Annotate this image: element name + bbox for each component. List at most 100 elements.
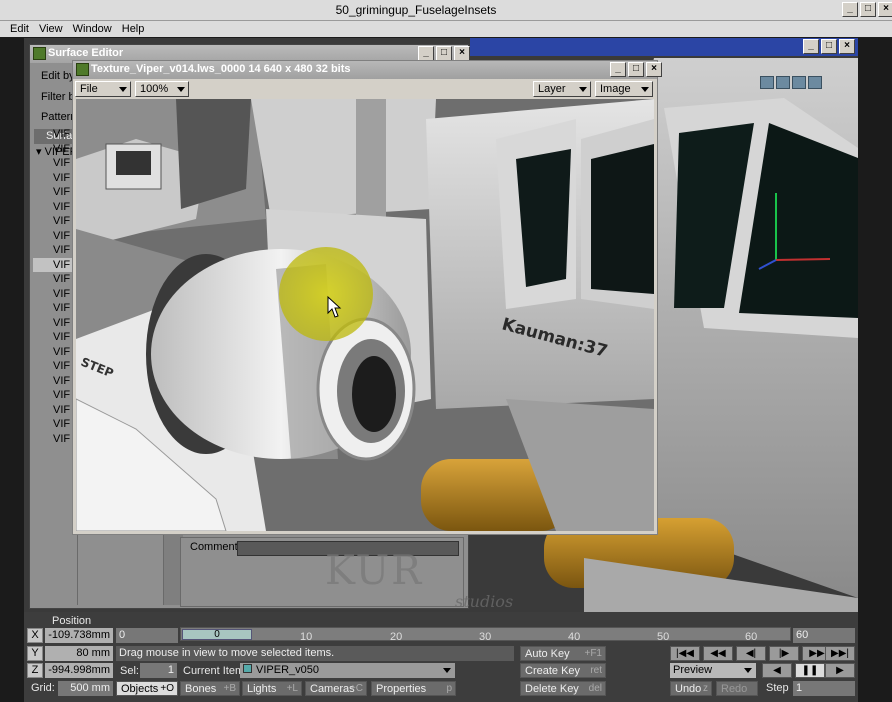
- x-axis-toggle[interactable]: X: [27, 628, 43, 643]
- x-position-field[interactable]: -109.738mm: [45, 628, 113, 643]
- timeline-end-field[interactable]: 60: [793, 628, 855, 643]
- texture-window-controls: _ □ ×: [610, 62, 662, 77]
- menu-view[interactable]: View: [39, 23, 63, 35]
- viewport-window-controls: _ □ ×: [803, 39, 855, 54]
- step-field[interactable]: 1: [793, 681, 855, 696]
- texture-window-title: Texture_Viper_v014.lws_0000 14 640 x 480…: [73, 61, 657, 79]
- undo-button[interactable]: Undo z: [670, 681, 712, 696]
- file-menu-label: File: [80, 83, 98, 95]
- step-label: Step: [766, 682, 789, 694]
- cameras-button[interactable]: Cameras +C: [305, 681, 367, 696]
- list-item[interactable]: VIF: [33, 214, 77, 229]
- close-button[interactable]: ×: [878, 2, 892, 17]
- objects-button[interactable]: Objects +O: [116, 681, 178, 696]
- z-position-field[interactable]: -994.998mm: [45, 663, 113, 678]
- bones-button[interactable]: Bones +B: [180, 681, 240, 696]
- play-icon[interactable]: ▶: [825, 663, 855, 678]
- pause-icon[interactable]: ❚❚: [795, 663, 825, 678]
- properties-label: Properties: [376, 683, 427, 695]
- list-item[interactable]: VIF: [33, 374, 77, 389]
- list-item[interactable]: VIF: [33, 171, 77, 186]
- create-key-shortcut: ret: [590, 665, 602, 676]
- viewport-close-button[interactable]: ×: [839, 39, 855, 54]
- zoom-view-icon[interactable]: [792, 76, 806, 89]
- menu-window[interactable]: Window: [73, 23, 112, 35]
- current-item-dropdown[interactable]: VIPER_v050: [240, 663, 455, 678]
- surface-editor-maximize-button[interactable]: □: [436, 46, 452, 61]
- properties-button[interactable]: Properties p: [371, 681, 456, 696]
- list-item[interactable]: VIF: [33, 287, 77, 302]
- list-item[interactable]: VIF: [33, 185, 77, 200]
- objects-label: Objects: [121, 683, 159, 695]
- rotate-view-icon[interactable]: [776, 76, 790, 89]
- list-item[interactable]: VIF: [33, 243, 77, 258]
- object-icon: [243, 664, 252, 673]
- timeline-tick: 10: [300, 631, 313, 643]
- auto-key-button[interactable]: Auto Key +F1: [520, 646, 606, 661]
- texture-minimize-button[interactable]: _: [610, 62, 626, 77]
- texture-close-button[interactable]: ×: [646, 62, 662, 77]
- timeline-tick: 60: [745, 631, 758, 643]
- list-item[interactable]: VIF: [33, 359, 77, 374]
- list-item[interactable]: VIF: [33, 330, 77, 345]
- maximize-view-icon[interactable]: [808, 76, 822, 89]
- chevron-down-icon: [641, 87, 649, 92]
- go-to-start-icon[interactable]: |◀◀: [670, 646, 700, 661]
- move-view-icon[interactable]: [760, 76, 774, 89]
- z-axis-toggle[interactable]: Z: [27, 663, 43, 678]
- image-dropdown[interactable]: Image: [595, 81, 653, 97]
- surface-list: VIF VIF VIF VIF VIF VIF VIF VIF VIF VIF …: [33, 127, 77, 467]
- watermark-logo: KUR: [325, 548, 424, 594]
- file-menu-dropdown[interactable]: File: [75, 81, 131, 97]
- edit-by-label: Edit by: [41, 70, 75, 82]
- viewport-minimize-button[interactable]: _: [803, 39, 819, 54]
- preview-dropdown[interactable]: Preview: [670, 663, 756, 678]
- texture-render: Kauman:37 STEP: [76, 99, 654, 531]
- list-item[interactable]: VIF: [33, 432, 77, 447]
- timeline-current-frame[interactable]: 0: [182, 629, 252, 640]
- list-item[interactable]: VIF: [33, 316, 77, 331]
- menu-help[interactable]: Help: [122, 23, 145, 35]
- delete-key-label: Delete Key: [525, 683, 579, 695]
- menu-edit[interactable]: Edit: [10, 23, 29, 35]
- y-position-field[interactable]: 80 mm: [45, 646, 113, 661]
- timeline-start-field[interactable]: 0: [116, 628, 178, 643]
- list-item[interactable]: VIF: [33, 388, 77, 403]
- previous-key-icon[interactable]: ◀◀: [703, 646, 733, 661]
- layer-dropdown[interactable]: Layer: [533, 81, 591, 97]
- zoom-dropdown[interactable]: 100%: [135, 81, 189, 97]
- list-item[interactable]: VIF: [33, 403, 77, 418]
- objects-shortcut: +O: [160, 683, 174, 694]
- list-item[interactable]: VIF: [33, 127, 77, 142]
- window-controls: _ □ ×: [842, 2, 892, 17]
- previous-frame-icon[interactable]: ◀|: [736, 646, 766, 661]
- list-item[interactable]: VIF: [33, 417, 77, 432]
- create-key-button[interactable]: Create Key ret: [520, 663, 606, 678]
- maximize-button[interactable]: □: [860, 2, 876, 17]
- list-item[interactable]: VIF: [33, 345, 77, 360]
- texture-render-canvas[interactable]: Kauman:37 STEP: [76, 99, 654, 531]
- redo-button[interactable]: Redo: [716, 681, 758, 696]
- texture-maximize-button[interactable]: □: [628, 62, 644, 77]
- viewport-maximize-button[interactable]: □: [821, 39, 837, 54]
- list-item[interactable]: VIF: [33, 229, 77, 244]
- go-to-end-icon[interactable]: ▶▶|: [825, 646, 855, 661]
- delete-key-button[interactable]: Delete Key del: [520, 681, 606, 696]
- list-item[interactable]: VIF: [33, 272, 77, 287]
- minimize-button[interactable]: _: [842, 2, 858, 17]
- next-frame-icon[interactable]: |▶: [769, 646, 799, 661]
- list-item[interactable]: VIF: [33, 301, 77, 316]
- list-item[interactable]: VIF: [33, 156, 77, 171]
- lights-button[interactable]: Lights +L: [242, 681, 302, 696]
- surface-editor-close-button[interactable]: ×: [454, 46, 470, 61]
- list-item[interactable]: VIF: [33, 200, 77, 215]
- list-item-selected[interactable]: VIF: [33, 257, 77, 272]
- y-axis-toggle[interactable]: Y: [27, 646, 43, 661]
- list-item[interactable]: VIF: [33, 142, 77, 157]
- grid-size-field[interactable]: 500 mm: [58, 681, 113, 696]
- texture-window-app-icon: [76, 63, 89, 76]
- undo-shortcut: z: [703, 683, 708, 694]
- surface-editor-minimize-button[interactable]: _: [418, 46, 434, 61]
- title-bar: 50_grimingup_FuselageInsets _ □ ×: [0, 0, 892, 21]
- play-reverse-icon[interactable]: ◀: [762, 663, 792, 678]
